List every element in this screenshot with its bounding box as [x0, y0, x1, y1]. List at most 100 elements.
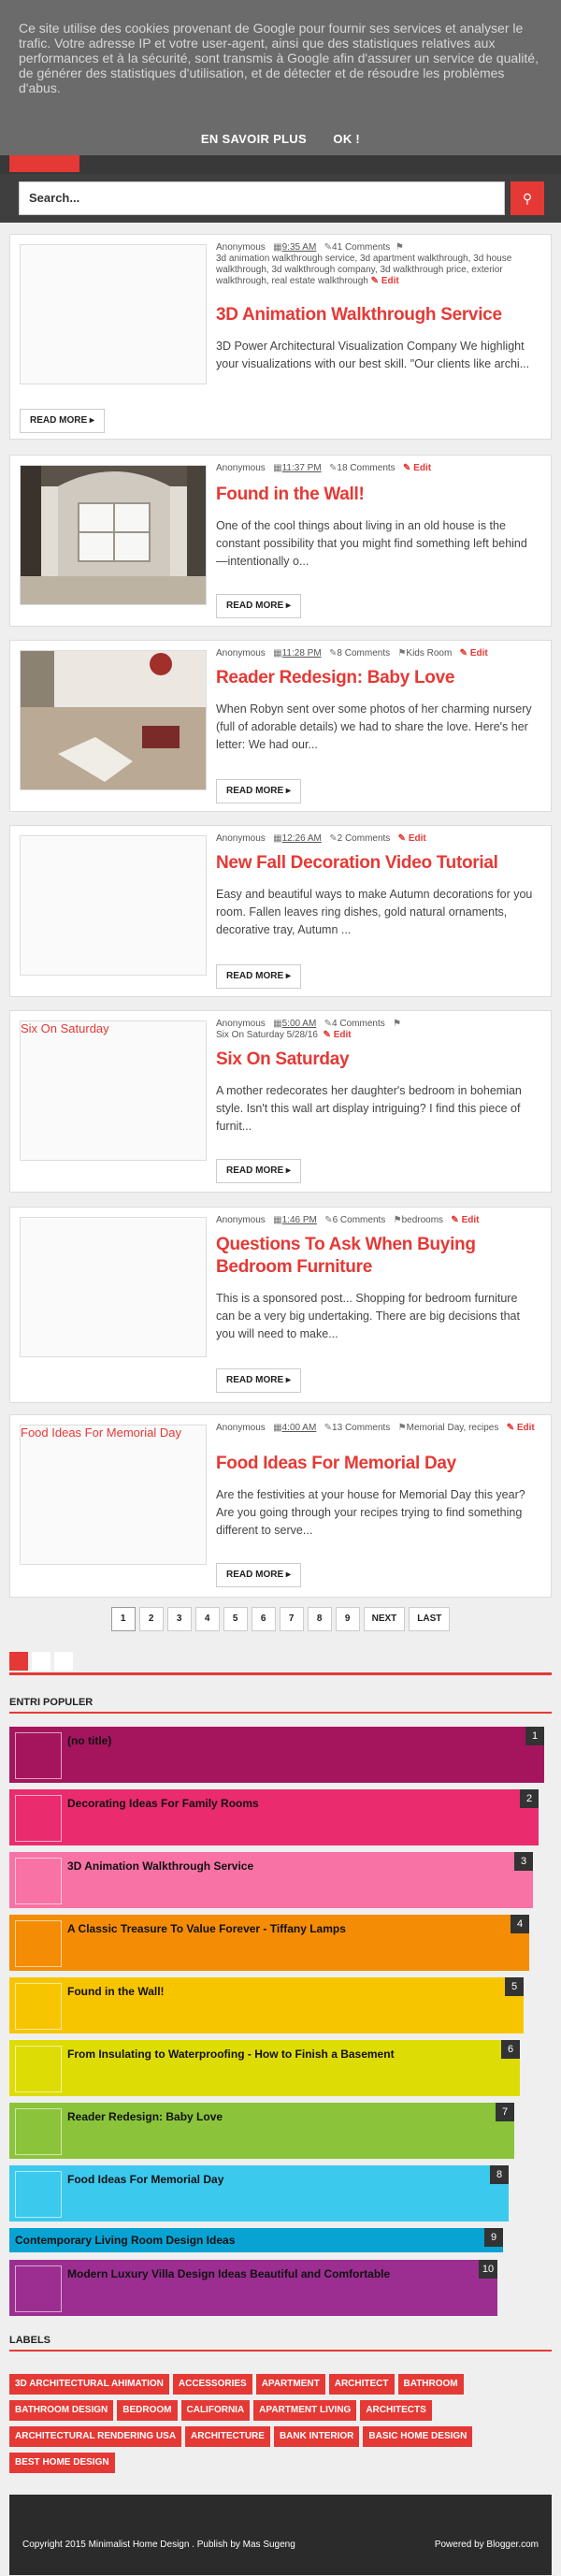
label-tag[interactable]: ARCHITECTURAL RENDERING USA: [9, 2426, 182, 2447]
page-link[interactable]: 7: [279, 1607, 304, 1631]
post-thumbnail[interactable]: Six On Saturday: [20, 1020, 207, 1161]
powered-by-link[interactable]: Powered by Blogger.com: [435, 2540, 539, 2550]
post-author[interactable]: Anonymous: [216, 463, 266, 473]
page-link[interactable]: 5: [223, 1607, 248, 1631]
edit-link[interactable]: ✎ Edit: [324, 1030, 352, 1040]
post-author[interactable]: Anonymous: [216, 1019, 266, 1029]
post-author[interactable]: Anonymous: [216, 1423, 266, 1433]
popular-item[interactable]: From Insulating to Waterproofing - How t…: [9, 2040, 520, 2096]
popular-title[interactable]: 3D Animation Walkthrough Service: [67, 1860, 253, 1873]
post-thumbnail[interactable]: [20, 244, 207, 384]
page-link[interactable]: 9: [335, 1607, 360, 1631]
read-more-button[interactable]: READ MORE ▸: [216, 594, 301, 618]
popular-title[interactable]: From Insulating to Waterproofing - How t…: [67, 2048, 395, 2061]
post-author[interactable]: Anonymous: [216, 833, 266, 844]
edit-link[interactable]: ✎ Edit: [507, 1423, 535, 1433]
post-comments[interactable]: 13 Comments: [332, 1423, 390, 1433]
last-page-button[interactable]: LAST: [409, 1607, 451, 1631]
label-tag[interactable]: APARTMENT: [255, 2374, 325, 2395]
post-thumbnail[interactable]: Food Ideas For Memorial Day: [20, 1425, 207, 1565]
post-title[interactable]: Six On Saturday: [216, 1049, 543, 1071]
label-tag[interactable]: ARCHITECTURE: [185, 2426, 270, 2447]
popular-title[interactable]: Contemporary Living Room Design Ideas: [15, 2234, 235, 2247]
post-labels[interactable]: Memorial Day, recipes: [407, 1423, 499, 1433]
page-link[interactable]: 2: [138, 1607, 164, 1631]
edit-link[interactable]: ✎ Edit: [371, 276, 399, 286]
post-title[interactable]: 3D Animation Walkthrough Service: [216, 304, 543, 326]
read-more-button[interactable]: READ MORE ▸: [216, 1368, 301, 1393]
label-tag[interactable]: ACCESSORIES: [172, 2374, 252, 2395]
post-labels[interactable]: bedrooms: [402, 1215, 443, 1225]
popular-title[interactable]: A Classic Treasure To Value Forever - Ti…: [67, 1922, 346, 1935]
label-tag[interactable]: BEDROOM: [117, 2400, 178, 2421]
post-comments[interactable]: 6 Comments: [333, 1215, 386, 1225]
label-tag[interactable]: BEST HOME DESIGN: [9, 2453, 115, 2473]
popular-title[interactable]: Found in the Wall!: [67, 1985, 165, 1998]
popular-item[interactable]: Modern Luxury Villa Design Ideas Beautif…: [9, 2260, 497, 2316]
widget-tab[interactable]: [54, 1652, 73, 1671]
learn-more-link[interactable]: EN SAVOIR PLUS: [201, 132, 307, 146]
post-time[interactable]: 12:26 AM: [282, 833, 322, 844]
popular-title[interactable]: (no title): [67, 1734, 111, 1747]
edit-link[interactable]: ✎ Edit: [460, 648, 488, 658]
page-link[interactable]: 1: [110, 1607, 136, 1631]
label-tag[interactable]: BATHROOM DESIGN: [9, 2400, 114, 2421]
post-thumbnail[interactable]: [20, 465, 207, 605]
widget-tab[interactable]: [32, 1652, 50, 1671]
edit-link[interactable]: ✎ Edit: [398, 833, 426, 844]
post-title[interactable]: Reader Redesign: Baby Love: [216, 667, 543, 689]
popular-item[interactable]: Reader Redesign: Baby Love 7: [9, 2103, 514, 2159]
post-title[interactable]: Food Ideas For Memorial Day: [216, 1453, 543, 1475]
read-more-button[interactable]: READ MORE ▸: [216, 964, 301, 989]
post-comments[interactable]: 41 Comments: [332, 242, 390, 253]
post-title[interactable]: New Fall Decoration Video Tutorial: [216, 852, 543, 875]
post-time[interactable]: 9:35 AM: [282, 242, 317, 253]
post-title[interactable]: Found in the Wall!: [216, 484, 543, 506]
post-time[interactable]: 5:00 AM: [282, 1019, 317, 1029]
post-time[interactable]: 4:00 AM: [282, 1423, 317, 1433]
label-tag[interactable]: ARCHITECT: [328, 2374, 395, 2395]
popular-title[interactable]: Decorating Ideas For Family Rooms: [67, 1797, 259, 1810]
read-more-button[interactable]: READ MORE ▸: [216, 1563, 301, 1587]
read-more-button[interactable]: READ MORE ▸: [216, 779, 301, 803]
search-button[interactable]: ⚲: [511, 181, 544, 215]
popular-item[interactable]: Contemporary Living Room Design Ideas 9: [9, 2228, 503, 2252]
popular-item[interactable]: A Classic Treasure To Value Forever - Ti…: [9, 1915, 529, 1971]
popular-item[interactable]: Found in the Wall! 5: [9, 1977, 524, 2033]
popular-item[interactable]: Decorating Ideas For Family Rooms 2: [9, 1789, 539, 1845]
popular-item[interactable]: Food Ideas For Memorial Day 8: [9, 2165, 509, 2221]
label-tag[interactable]: BASIC HOME DESIGN: [363, 2426, 473, 2447]
post-title[interactable]: Questions To Ask When Buying Bedroom Fur…: [216, 1234, 543, 1279]
post-author[interactable]: Anonymous: [216, 242, 266, 253]
post-labels[interactable]: Kids Room: [406, 648, 452, 658]
read-more-button[interactable]: READ MORE ▸: [20, 409, 105, 433]
label-tag[interactable]: ARCHITECTS: [360, 2400, 432, 2421]
post-comments[interactable]: 8 Comments: [337, 648, 390, 658]
post-comments[interactable]: 4 Comments: [332, 1019, 385, 1029]
page-link[interactable]: 8: [307, 1607, 332, 1631]
edit-link[interactable]: ✎ Edit: [403, 463, 431, 473]
widget-tab[interactable]: [9, 1652, 28, 1671]
popular-item[interactable]: (no title) 1: [9, 1727, 544, 1783]
menu-tab[interactable]: [9, 155, 79, 172]
next-page-button[interactable]: NEXT: [363, 1607, 406, 1631]
label-tag[interactable]: BANK INTERIOR: [273, 2426, 360, 2447]
page-link[interactable]: 4: [194, 1607, 220, 1631]
label-tag[interactable]: APARTMENT LIVING: [253, 2400, 357, 2421]
post-author[interactable]: Anonymous: [216, 648, 266, 658]
post-labels[interactable]: Six On Saturday 5/28/16: [216, 1030, 318, 1040]
page-link[interactable]: 3: [166, 1607, 192, 1631]
post-author[interactable]: Anonymous: [216, 1215, 266, 1225]
post-thumbnail[interactable]: [20, 650, 207, 790]
label-tag[interactable]: BATHROOM: [397, 2374, 464, 2395]
popular-item[interactable]: 3D Animation Walkthrough Service 3: [9, 1852, 533, 1908]
edit-link[interactable]: ✎ Edit: [451, 1215, 479, 1225]
popular-title[interactable]: Food Ideas For Memorial Day: [67, 2173, 223, 2186]
cookie-ok-button[interactable]: OK !: [333, 132, 360, 146]
label-tag[interactable]: CALIFORNIA: [180, 2400, 251, 2421]
post-thumbnail[interactable]: [20, 835, 207, 976]
post-time[interactable]: 1:46 PM: [282, 1215, 317, 1225]
post-comments[interactable]: 18 Comments: [337, 463, 395, 473]
page-link[interactable]: 6: [251, 1607, 276, 1631]
post-comments[interactable]: 2 Comments: [338, 833, 391, 844]
